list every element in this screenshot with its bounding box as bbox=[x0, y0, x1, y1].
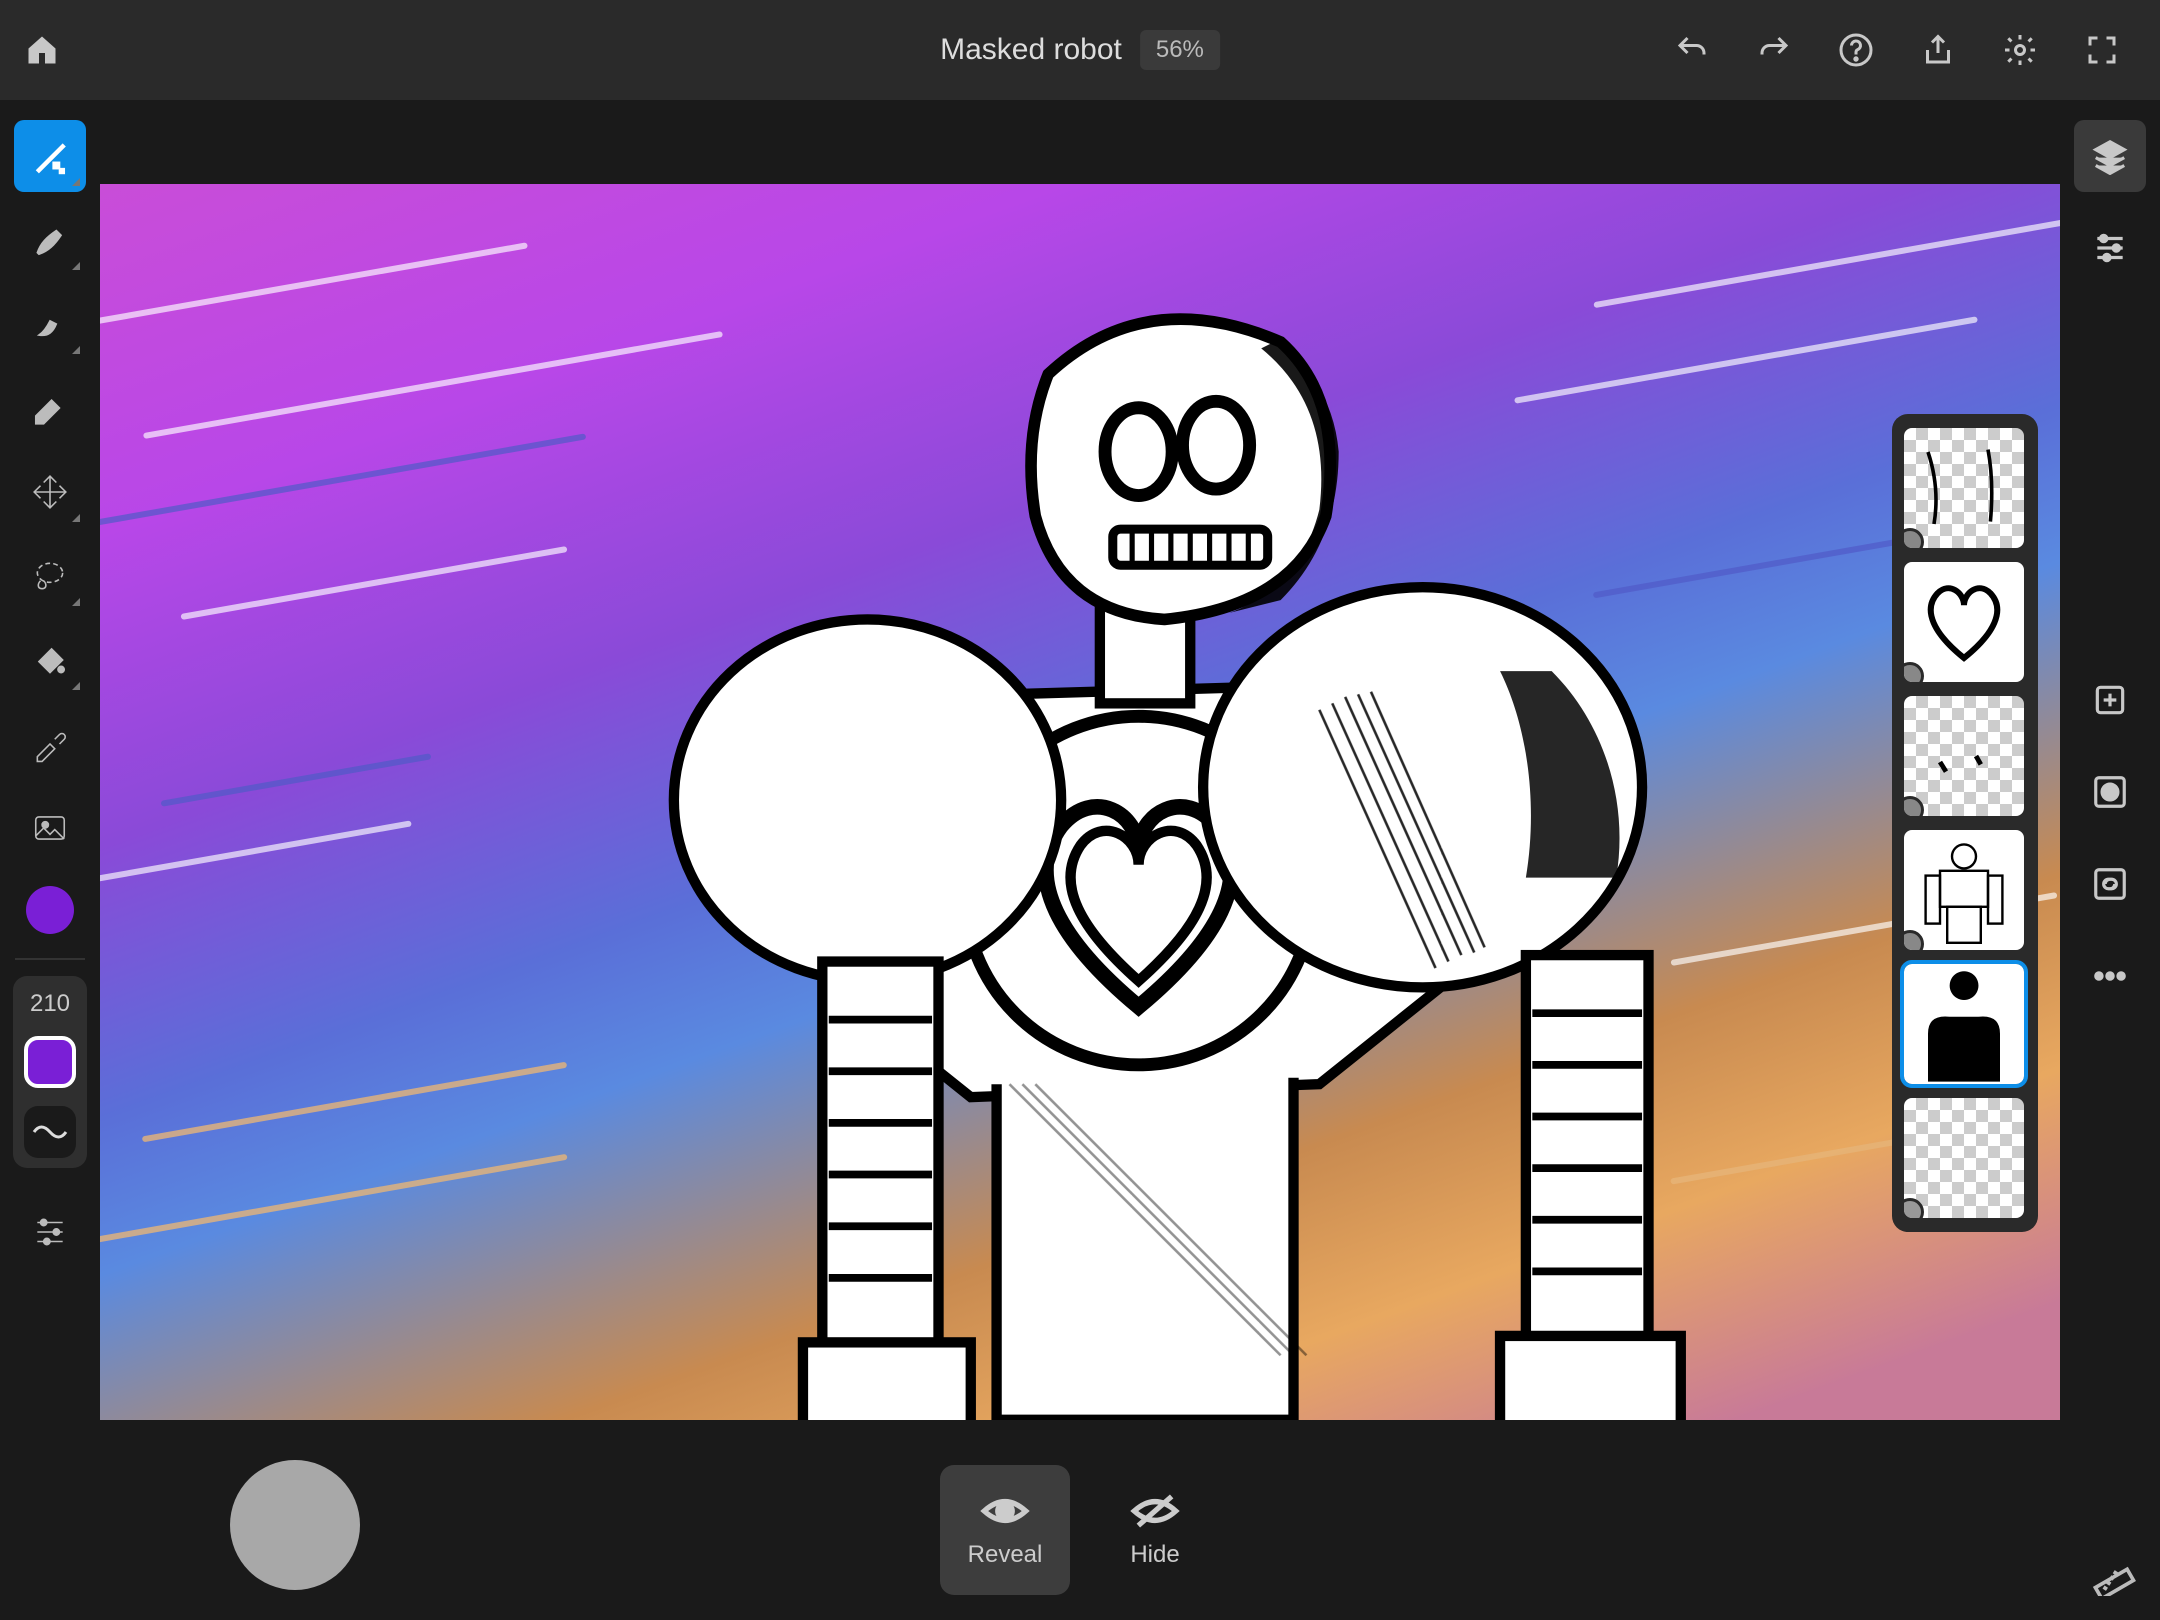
ruler-button[interactable] bbox=[2092, 1552, 2136, 1596]
reveal-label: Reveal bbox=[968, 1541, 1043, 1569]
layer-silhouette[interactable] bbox=[1904, 964, 2024, 1084]
brush-size-value[interactable]: 210 bbox=[30, 990, 70, 1018]
layer-robot-sketch[interactable] bbox=[1904, 830, 2024, 950]
mask-action-bar: Reveal Hide bbox=[200, 1440, 1960, 1620]
move-tool[interactable] bbox=[14, 456, 86, 528]
layers-panel-button[interactable] bbox=[2074, 120, 2146, 192]
canvas[interactable] bbox=[100, 184, 2060, 1420]
fill-tool[interactable] bbox=[14, 624, 86, 696]
zoom-level[interactable]: 56% bbox=[1140, 30, 1220, 70]
document-title: Masked robot bbox=[940, 33, 1122, 67]
eraser-tool[interactable] bbox=[14, 372, 86, 444]
more-options-button[interactable] bbox=[2074, 940, 2146, 1012]
robot-illustration bbox=[531, 258, 1746, 1420]
hide-label: Hide bbox=[1130, 1541, 1179, 1569]
brush-preview-circle[interactable] bbox=[230, 1460, 360, 1590]
add-layer-button[interactable] bbox=[2074, 664, 2146, 736]
adjustments-panel-button[interactable] bbox=[2074, 212, 2146, 284]
hide-button[interactable]: Hide bbox=[1090, 1465, 1220, 1595]
left-toolbar: 210 bbox=[0, 100, 100, 1620]
home-button[interactable] bbox=[20, 28, 64, 72]
pixel-brush-tool[interactable] bbox=[14, 120, 86, 192]
layer-background[interactable] bbox=[1904, 1098, 2024, 1218]
toolbar-divider bbox=[15, 958, 85, 960]
right-toolbar bbox=[2060, 100, 2160, 1620]
canvas-container: Reveal Hide bbox=[100, 100, 2060, 1620]
eyedropper-tool[interactable] bbox=[14, 708, 86, 780]
brush-dynamics-button[interactable] bbox=[24, 1106, 76, 1158]
image-tool[interactable] bbox=[14, 792, 86, 864]
link-layers-button[interactable] bbox=[2074, 848, 2146, 920]
settings-button[interactable] bbox=[1998, 28, 2042, 72]
lasso-tool[interactable] bbox=[14, 540, 86, 612]
layer-heart[interactable] bbox=[1904, 562, 2024, 682]
brush-settings-group: 210 bbox=[13, 976, 87, 1168]
brush-color-swatch[interactable] bbox=[24, 1036, 76, 1088]
layer-lines-1[interactable] bbox=[1904, 428, 2024, 548]
smudge-tool[interactable] bbox=[14, 288, 86, 360]
layer-dots[interactable] bbox=[1904, 696, 2024, 816]
fullscreen-button[interactable] bbox=[2080, 28, 2124, 72]
layers-panel[interactable] bbox=[1892, 414, 2038, 1232]
share-button[interactable] bbox=[1916, 28, 1960, 72]
foreground-color-swatch[interactable] bbox=[26, 886, 74, 934]
redo-button[interactable] bbox=[1752, 28, 1796, 72]
help-button[interactable] bbox=[1834, 28, 1878, 72]
undo-button[interactable] bbox=[1670, 28, 1714, 72]
brush-tool[interactable] bbox=[14, 204, 86, 276]
reveal-button[interactable]: Reveal bbox=[940, 1465, 1070, 1595]
adjustments-button[interactable] bbox=[14, 1196, 86, 1268]
layer-mask-button[interactable] bbox=[2074, 756, 2146, 828]
